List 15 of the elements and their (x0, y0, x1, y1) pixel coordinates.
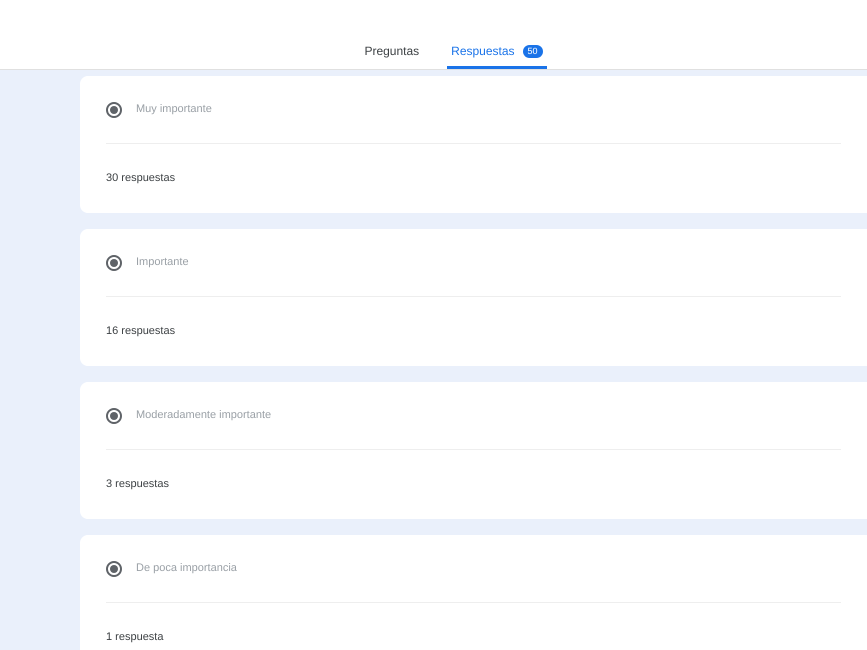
response-count: 16 respuestas (106, 324, 176, 339)
response-count: 3 respuestas (106, 477, 170, 492)
response-count: 30 respuestas (106, 171, 176, 186)
response-count: 1 respuesta (106, 630, 164, 645)
count-badge: 50 (522, 44, 543, 58)
radio-button[interactable] (106, 254, 122, 270)
option-label: Importante (136, 255, 189, 270)
option-label: De poca importancia (136, 561, 237, 576)
tab[interactable]: Respuestas 50 (447, 42, 547, 69)
option-label: Moderadamente importante (136, 408, 272, 424)
option-label: Muy importante (136, 102, 212, 118)
tab[interactable]: Preguntas (360, 42, 424, 69)
radio-button[interactable] (106, 102, 122, 118)
radio-button[interactable] (106, 560, 122, 576)
radio-button[interactable] (106, 408, 122, 424)
